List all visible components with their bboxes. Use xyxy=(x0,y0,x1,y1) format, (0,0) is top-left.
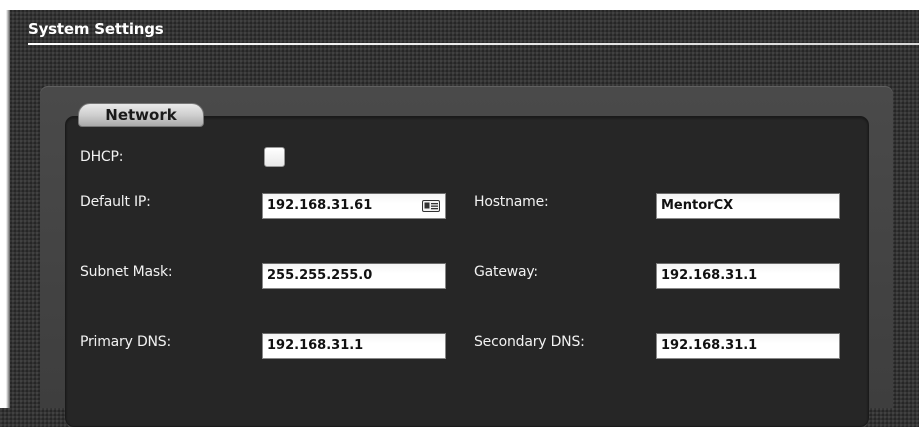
secondary-dns-label: Secondary DNS: xyxy=(474,334,585,350)
default-ip-label: Default IP: xyxy=(80,194,151,210)
hostname-label: Hostname: xyxy=(474,194,549,210)
secondary-dns-input[interactable]: 192.168.31.1 xyxy=(656,333,840,359)
top-bar xyxy=(0,0,919,10)
dhcp-label: DHCP: xyxy=(80,149,124,165)
primary-dns-input[interactable]: 192.168.31.1 xyxy=(262,333,446,359)
gateway-value: 192.168.31.1 xyxy=(661,268,758,283)
subnet-mask-value: 255.255.255.0 xyxy=(267,268,373,283)
secondary-dns-value: 192.168.31.1 xyxy=(661,338,758,353)
subnet-mask-input[interactable]: 255.255.255.0 xyxy=(262,263,446,289)
left-edge xyxy=(0,10,10,408)
subnet-mask-label: Subnet Mask: xyxy=(80,264,173,280)
default-ip-input[interactable]: 192.168.31.61 xyxy=(262,193,446,219)
section-title: System Settings xyxy=(28,20,164,38)
hostname-value: MentorCX xyxy=(661,198,734,213)
gateway-input[interactable]: 192.168.31.1 xyxy=(656,263,840,289)
primary-dns-value: 192.168.31.1 xyxy=(267,338,364,353)
dhcp-checkbox[interactable] xyxy=(264,147,285,167)
primary-dns-label: Primary DNS: xyxy=(80,334,172,350)
contact-card-icon[interactable] xyxy=(422,200,440,212)
gateway-label: Gateway: xyxy=(474,264,538,280)
default-ip-value: 192.168.31.61 xyxy=(267,198,373,213)
hostname-input[interactable]: MentorCX xyxy=(656,193,840,219)
network-legend: Network xyxy=(78,103,204,127)
title-divider xyxy=(28,43,919,45)
